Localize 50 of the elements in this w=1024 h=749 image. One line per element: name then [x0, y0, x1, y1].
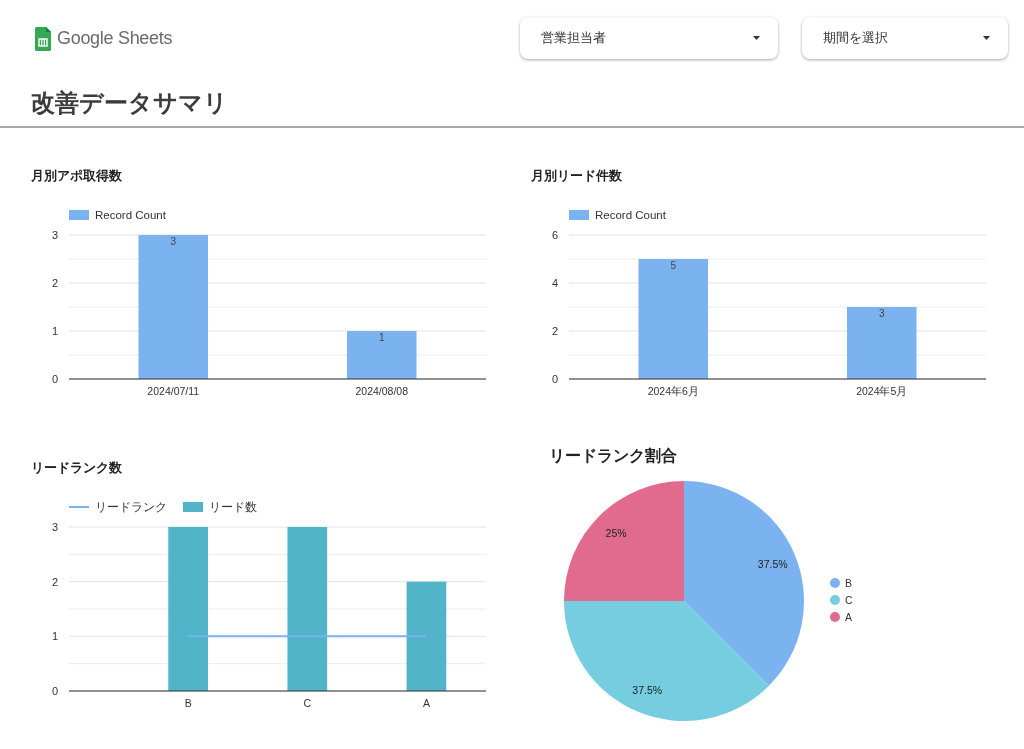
data-label: 3	[170, 236, 177, 247]
data-label: 37.5%	[757, 558, 788, 571]
caret-icon	[983, 36, 990, 40]
legend-label: A	[845, 611, 852, 623]
axis-tick-label: 3	[51, 229, 58, 241]
axis-tick-label: 3	[51, 521, 58, 533]
data-label: 37.5%	[632, 683, 663, 696]
legend-label: Record Count	[95, 209, 166, 221]
data-label: 3	[878, 308, 885, 319]
axis-tick-label: 2	[551, 325, 558, 337]
legend-label: B	[845, 577, 852, 589]
legend-line-swatch	[68, 506, 90, 508]
data-label: 5	[670, 260, 677, 271]
filter-dropdown[interactable]: 期間を選択	[802, 17, 1008, 59]
bar	[347, 331, 417, 379]
legend-swatch	[69, 210, 89, 220]
axis-tick-label: 6	[551, 229, 558, 241]
axis-category-label: 2024年6月	[647, 385, 699, 397]
axis-tick-label: 4	[551, 277, 558, 289]
axis-tick-label: 1	[51, 630, 58, 643]
spreadsheet-icon	[35, 26, 51, 51]
chart-title: リードランク割合	[549, 446, 678, 466]
axis-category-label: B	[184, 697, 192, 709]
axis-category-label: 2024年5月	[856, 385, 908, 397]
axis-tick-label: 1	[51, 325, 58, 337]
filter-dropdown[interactable]: 営業担当者	[520, 17, 778, 59]
axis-category-label: C	[303, 697, 312, 709]
legend-label: Record Count	[595, 209, 666, 221]
axis-tick-label: 0	[51, 373, 58, 385]
legend-label: リードランク	[95, 501, 167, 513]
axis-tick-label: 2	[51, 575, 58, 588]
axis-tick-label: 0	[51, 685, 58, 697]
chart-title: 月別リード件数	[531, 167, 623, 185]
data-label: 25%	[605, 527, 627, 540]
chart-title: リードランク数	[31, 459, 123, 477]
legend-swatch	[569, 210, 589, 220]
axis-category-label: 2024/08/08	[355, 385, 409, 397]
legend-swatch	[183, 502, 203, 512]
chart-title: 月別アポ取得数	[31, 167, 123, 185]
legend-label: C	[845, 594, 853, 606]
page-title: 改善データサマリ	[31, 88, 229, 118]
data-label: 1	[378, 332, 385, 343]
logo-text: Google Sheets	[57, 27, 173, 50]
axis-tick-label: 0	[551, 373, 558, 385]
axis-tick-label: 2	[51, 277, 58, 289]
axis-category-label: A	[422, 697, 430, 709]
bar	[847, 307, 917, 379]
caret-icon	[753, 36, 760, 40]
axis-category-label: 2024/07/11	[147, 385, 200, 397]
legend-label: リード数	[209, 501, 257, 513]
